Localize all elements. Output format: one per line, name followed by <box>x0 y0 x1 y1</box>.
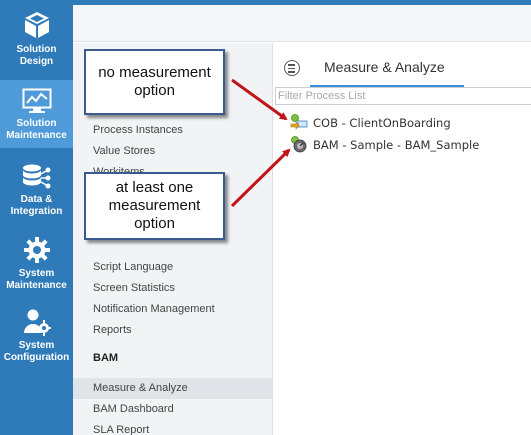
arrow-to-bam-sample <box>230 148 291 208</box>
annotation-arrows <box>230 78 291 208</box>
arrow-to-cob <box>231 78 288 121</box>
